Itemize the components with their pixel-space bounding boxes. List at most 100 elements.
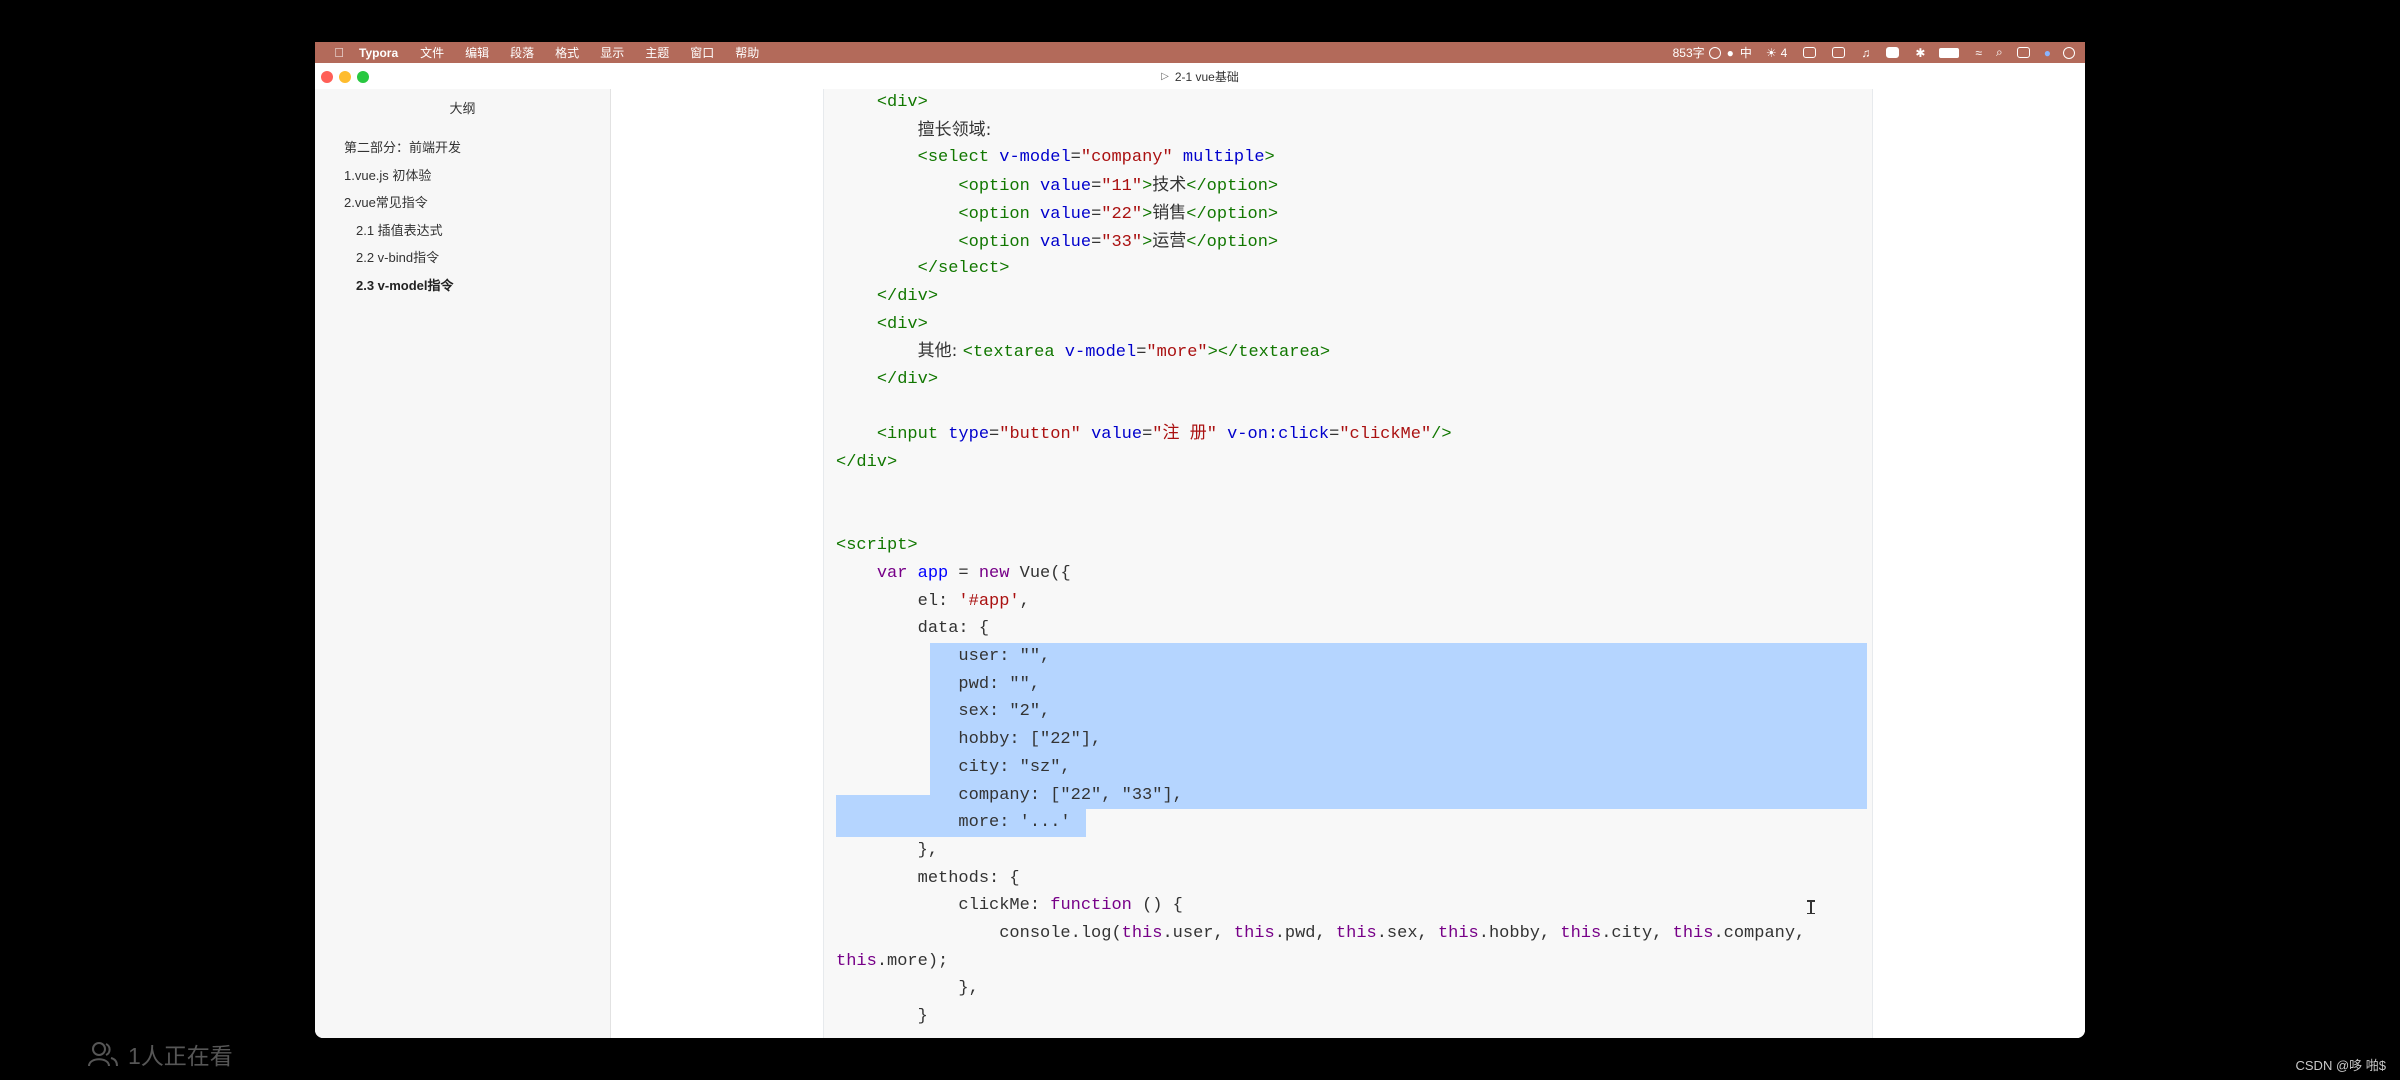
code-line[interactable]: <input type="button" value="注 册" v-on:cl… xyxy=(836,421,1452,449)
smiley-icon[interactable] xyxy=(1708,46,1721,59)
code-token: = xyxy=(1142,425,1153,445)
code-line[interactable]: sex: "2", xyxy=(836,698,1050,726)
outline-item[interactable]: 2.3 v-model指令 xyxy=(315,272,610,300)
outline-item[interactable]: 2.2 v-bind指令 xyxy=(315,244,610,272)
code-line[interactable]: </div> xyxy=(836,366,938,394)
menu-theme[interactable]: 主题 xyxy=(645,44,669,61)
code-line[interactable]: user: "", xyxy=(836,643,1050,671)
code-line[interactable]: <div> xyxy=(836,311,928,339)
code-block[interactable]: <div> 擅长领域: <select v-model="company" mu… xyxy=(823,89,1873,1038)
wifi-icon[interactable]: ≈ xyxy=(1975,46,1982,60)
code-line[interactable]: more: '...' xyxy=(836,809,1070,837)
code-token: city: "sz", xyxy=(836,757,1071,777)
code-token: v-on:click xyxy=(1227,425,1330,445)
outline-sidebar: 大纲 第二部分：前端开发 1.vue.js 初体验 2.vue常见指令 2.1 插值表… xyxy=(315,89,611,1038)
code-line[interactable]: 其他: <textarea v-model="more"></textarea> xyxy=(836,338,1330,366)
code-line[interactable]: 擅长领域: xyxy=(836,117,992,145)
code-line[interactable]: } xyxy=(836,1003,928,1031)
menu-window[interactable]: 窗口 xyxy=(690,44,714,61)
code-line[interactable]: this.more); xyxy=(836,948,948,976)
minimize-window-button[interactable] xyxy=(339,71,351,83)
outline-item[interactable]: 2.vue常见指令 xyxy=(315,189,610,217)
code-line[interactable]: console.log(this.user, this.pwd, this.se… xyxy=(836,920,1805,948)
word-count[interactable]: 853字 xyxy=(1673,44,1705,61)
zoom-window-button[interactable] xyxy=(357,71,369,83)
menu-file[interactable]: 文件 xyxy=(420,44,444,61)
code-token: user: "", xyxy=(836,647,1051,666)
code-token: 运营 xyxy=(1152,230,1187,251)
app-status-icon[interactable] xyxy=(1886,47,1900,58)
menu-format[interactable]: 格式 xyxy=(555,44,579,61)
code-line[interactable]: </div> xyxy=(836,449,897,477)
code-line[interactable]: }, xyxy=(836,975,978,1003)
menu-paragraph[interactable]: 段落 xyxy=(510,44,534,61)
menu-bar:  Typora 文件 编辑 段落 格式 显示 主题 窗口 帮助 853字 ● … xyxy=(315,42,2085,63)
code-token: </div> xyxy=(876,286,939,306)
editor-area[interactable]: <div> 擅长领域: <select v-model="company" mu… xyxy=(611,89,2085,1038)
code-token: <div> xyxy=(876,314,928,334)
app-name-menu[interactable]: Typora xyxy=(359,46,398,60)
menu-edit[interactable]: 编辑 xyxy=(465,44,489,61)
code-line[interactable]: hobby: ["22"], xyxy=(836,726,1101,754)
code-token: v-model xyxy=(1064,343,1137,363)
outline-item[interactable]: 第二部分：前端开发 xyxy=(315,134,610,162)
code-line[interactable]: methods: { xyxy=(836,865,1020,893)
bluetooth-icon[interactable]: ✱ xyxy=(1915,46,1925,60)
code-line[interactable]: <div> xyxy=(836,89,928,117)
code-token: "11" xyxy=(1101,177,1143,197)
code-line[interactable]: data: { xyxy=(836,615,989,643)
code-token: </select> xyxy=(917,259,1010,279)
code-line[interactable]: <option value="22">销售</option> xyxy=(836,200,1278,228)
title-bar[interactable]: ▷ 2-1 vue基础 xyxy=(315,63,2085,89)
clock-icon[interactable] xyxy=(2063,46,2075,59)
code-line[interactable]: var app = new Vue({ xyxy=(836,560,1071,588)
code-token: company: ["22", "33"], xyxy=(836,785,1183,805)
siri-icon[interactable]: ● xyxy=(2044,46,2051,60)
wechat-icon[interactable]: ☀ xyxy=(1766,46,1777,60)
menu-view[interactable]: 显示 xyxy=(600,44,624,61)
microphone-icon[interactable]: ● xyxy=(1727,46,1734,60)
code-token: </div> xyxy=(836,453,898,473)
code-line[interactable]: <script> xyxy=(836,532,918,560)
code-token: <input xyxy=(876,425,949,445)
code-token: /> xyxy=(1431,425,1452,445)
code-token: <option xyxy=(958,204,1041,224)
code-line[interactable]: <select v-model="company" multiple> xyxy=(836,144,1275,172)
menu-help[interactable]: 帮助 xyxy=(735,44,759,61)
code-line[interactable]: <option value="33">运营</option> xyxy=(836,228,1278,256)
outline-item[interactable]: 2.1 插值表达式 xyxy=(315,217,610,245)
control-center-icon[interactable] xyxy=(2016,47,2030,58)
code-token: <option xyxy=(958,177,1041,197)
apple-menu-icon[interactable]:  xyxy=(333,45,345,60)
code-line[interactable]: }, xyxy=(836,837,938,865)
code-token: "button" xyxy=(999,425,1081,445)
code-line[interactable]: el: '#app', xyxy=(836,588,1030,616)
code-line[interactable]: </div> xyxy=(836,283,938,311)
battery-icon[interactable] xyxy=(1939,47,1960,58)
code-line[interactable]: clickMe: function () { xyxy=(836,892,1182,920)
code-line[interactable]: <option value="11">技术</option> xyxy=(836,172,1278,200)
code-token: new xyxy=(978,563,1020,583)
screen-record-icon[interactable] xyxy=(1803,47,1817,58)
code-line[interactable]: </select> xyxy=(836,255,1010,283)
search-icon[interactable]: ⌕ xyxy=(1996,45,2003,60)
code-token: function xyxy=(1050,896,1132,916)
close-window-button[interactable] xyxy=(321,71,333,83)
volume-icon[interactable]: ♫ xyxy=(1861,46,1870,60)
code-line[interactable]: pwd: "", xyxy=(836,671,1040,699)
outline-item[interactable]: 1.vue.js 初体验 xyxy=(315,162,610,190)
code-token: '#app' xyxy=(958,591,1020,611)
code-token: sex: "2", xyxy=(836,702,1051,722)
watermark: CSDN @哆 啪$ xyxy=(2295,1058,2387,1073)
code-token: methods: { xyxy=(836,868,1020,888)
code-line[interactable]: company: ["22", "33"], xyxy=(836,782,1183,810)
code-line[interactable]: city: "sz", xyxy=(836,754,1071,782)
code-token: data: { xyxy=(836,619,990,639)
input-method-indicator[interactable]: 中 xyxy=(1740,44,1752,61)
code-token: "clickMe" xyxy=(1339,425,1432,445)
code-token: this xyxy=(1672,924,1714,943)
code-token: this xyxy=(1121,924,1163,943)
display-icon[interactable] xyxy=(1832,47,1846,58)
